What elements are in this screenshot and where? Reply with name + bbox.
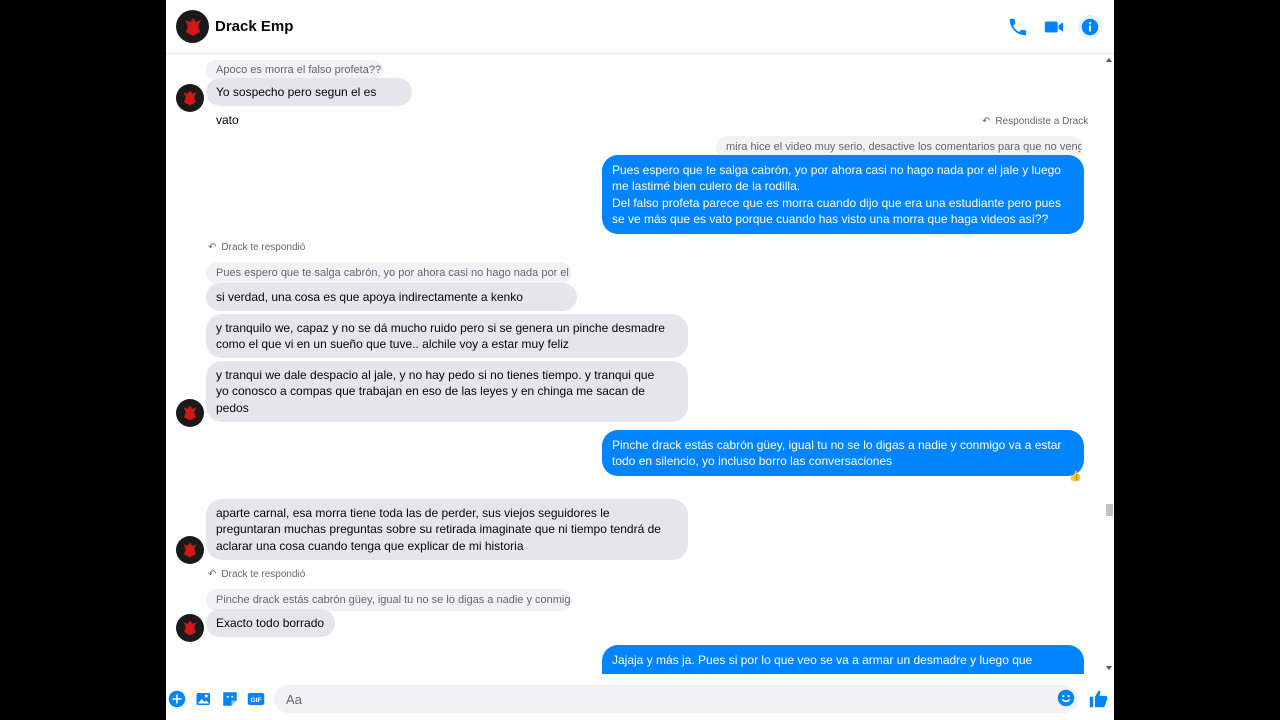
plus-circle-icon[interactable]: [168, 690, 186, 708]
phone-icon[interactable]: [1007, 16, 1029, 38]
outgoing-message[interactable]: Pinche drack estás cabrón güey, igual tu…: [602, 430, 1084, 476]
reply-indicator-label: Drack te respondió: [221, 569, 306, 580]
reply-indicator-label: Drack te respondió: [221, 242, 306, 253]
reply-arrow-icon: ↶: [982, 116, 991, 127]
reply-arrow-icon: ↶: [208, 569, 217, 580]
reply-indicator: ↶ Drack te respondió: [208, 242, 305, 253]
conversation-header: Drack Emp: [166, 0, 1114, 54]
message-list[interactable]: Apoco es morra el falso profeta?? Yo sos…: [166, 54, 1114, 674]
gif-icon[interactable]: GIF: [247, 690, 265, 708]
contact-avatar[interactable]: [176, 536, 204, 564]
contact-avatar[interactable]: [176, 614, 204, 642]
contact-avatar[interactable]: [176, 10, 209, 43]
incoming-message[interactable]: Exacto todo borrado: [206, 609, 335, 637]
svg-text:GIF: GIF: [250, 697, 261, 704]
info-icon: [1081, 18, 1099, 36]
reply-arrow-icon: ↶: [208, 242, 217, 253]
incoming-message[interactable]: y tranquilo we, capaz y no se dá mucho r…: [206, 314, 688, 358]
incoming-message[interactable]: aparte carnal, esa morra tiene toda las …: [206, 499, 688, 560]
outgoing-message[interactable]: Pues espero que te salga cabrón, yo por …: [602, 155, 1084, 234]
contact-avatar[interactable]: [176, 84, 204, 112]
quoted-message[interactable]: Pues espero que te salga cabrón, yo por …: [206, 262, 572, 284]
outgoing-message[interactable]: Jajaja y más ja. Pues si por lo que veo …: [602, 645, 1084, 674]
scroll-up-arrow[interactable]: [1106, 58, 1112, 62]
messenger-window: Drack Emp Apoco es morra el falso profet…: [166, 0, 1114, 720]
message-input[interactable]: [274, 685, 1079, 713]
incoming-message[interactable]: y tranqui we dale despacio al jale, y no…: [206, 361, 688, 422]
image-icon[interactable]: [195, 690, 213, 708]
thumbs-up-reaction[interactable]: 👍: [1069, 471, 1081, 482]
quoted-message[interactable]: Apoco es morra el falso profeta??: [206, 60, 383, 80]
quoted-message[interactable]: Pinche drack estás cabrón güey, igual tu…: [206, 589, 572, 611]
contact-name[interactable]: Drack Emp: [215, 18, 293, 35]
reply-indicator-label: Respondiste a Drack: [995, 116, 1089, 127]
message-composer: GIF: [166, 680, 1114, 720]
sticker-icon[interactable]: [221, 690, 239, 708]
video-camera-icon[interactable]: [1043, 16, 1065, 38]
incoming-message[interactable]: Yo sospecho pero segun el es vato: [206, 78, 412, 127]
info-button[interactable]: [1078, 15, 1102, 39]
thumbs-up-icon[interactable]: [1088, 688, 1109, 709]
scroll-down-arrow[interactable]: [1106, 666, 1112, 670]
scrollbar[interactable]: [1104, 54, 1114, 674]
scrollbar-thumb[interactable]: [1106, 504, 1113, 516]
reply-indicator: ↶ Respondiste a Drack: [982, 116, 1088, 127]
incoming-message[interactable]: si verdad, una cosa es que apoya indirec…: [206, 283, 577, 332]
contact-avatar[interactable]: [176, 399, 204, 427]
emoji-icon[interactable]: [1057, 689, 1075, 707]
reply-indicator: ↶ Drack te respondió: [208, 569, 305, 580]
